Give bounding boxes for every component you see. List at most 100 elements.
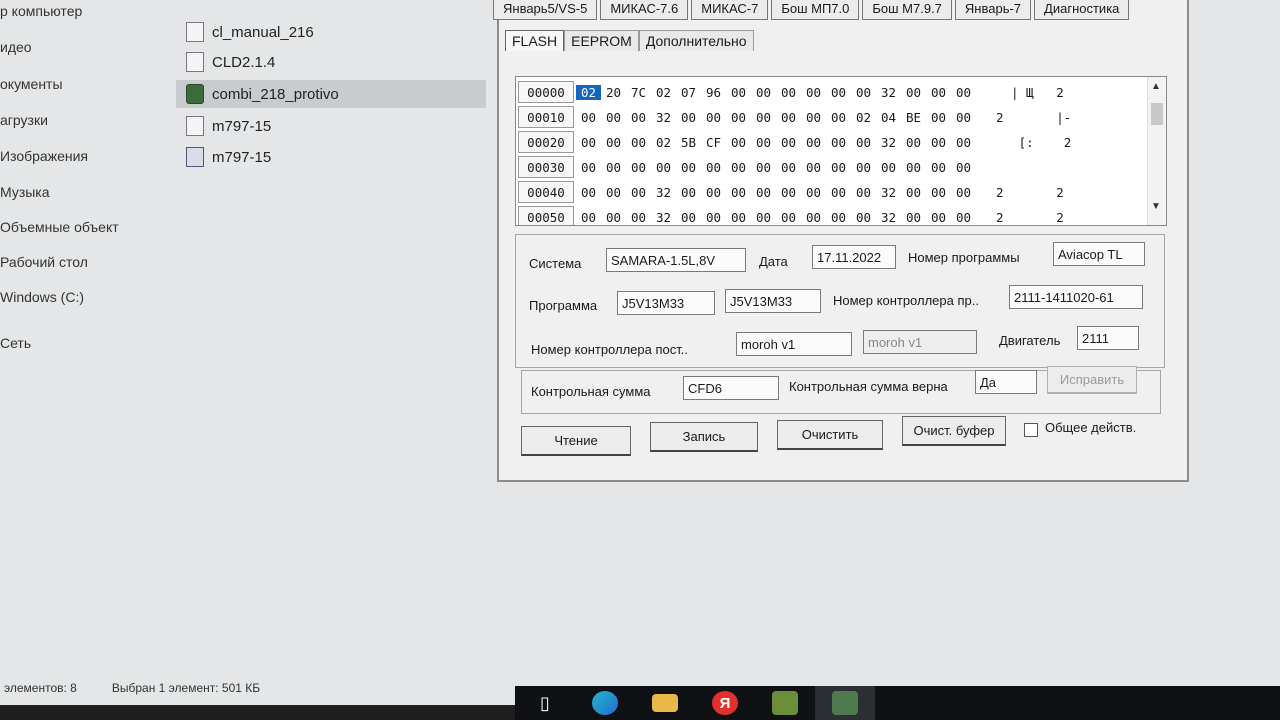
hex-byte[interactable]: 00 bbox=[576, 210, 601, 225]
file-row[interactable]: m797-15 bbox=[176, 143, 486, 171]
hex-byte[interactable]: 00 bbox=[926, 210, 951, 225]
tab-diagnostics[interactable]: Диагностика bbox=[1034, 0, 1130, 20]
file-row[interactable]: cl_manual_216 bbox=[176, 18, 486, 46]
file-row-selected[interactable]: combi_218_protivo bbox=[176, 80, 486, 108]
hex-byte[interactable]: 00 bbox=[951, 160, 976, 175]
program-field-1[interactable]: J5V13M33 bbox=[617, 291, 715, 315]
nav-item-downloads[interactable]: агрузки bbox=[0, 112, 48, 128]
hex-byte[interactable]: 00 bbox=[601, 135, 626, 150]
hex-byte[interactable]: 32 bbox=[651, 110, 676, 125]
hex-byte[interactable]: 00 bbox=[826, 110, 851, 125]
hex-byte[interactable]: 00 bbox=[701, 185, 726, 200]
write-button[interactable]: Запись bbox=[650, 422, 758, 452]
hex-byte[interactable]: 00 bbox=[751, 160, 776, 175]
hex-byte[interactable]: 00 bbox=[951, 85, 976, 100]
hex-byte[interactable]: 00 bbox=[701, 210, 726, 225]
hex-byte[interactable]: 00 bbox=[626, 110, 651, 125]
hex-byte[interactable]: 5B bbox=[676, 135, 701, 150]
scroll-thumb[interactable] bbox=[1151, 103, 1163, 125]
date-field[interactable]: 17.11.2022 bbox=[812, 245, 896, 269]
clear-buffer-button[interactable]: Очист. буфер bbox=[902, 416, 1006, 446]
hex-byte[interactable]: 00 bbox=[801, 135, 826, 150]
hex-byte[interactable]: 00 bbox=[576, 160, 601, 175]
nav-item-pictures[interactable]: Изображения bbox=[0, 148, 88, 164]
controller-post-field-2[interactable]: moroh v1 bbox=[863, 330, 977, 354]
tab-bosch-mp7[interactable]: Бош МП7.0 bbox=[771, 0, 860, 20]
hex-byte[interactable]: CF bbox=[701, 135, 726, 150]
hex-byte-selected[interactable]: 02 bbox=[576, 84, 601, 100]
scroll-down-icon[interactable]: ▼ bbox=[1151, 201, 1161, 212]
hex-byte[interactable]: 00 bbox=[851, 135, 876, 150]
hex-byte[interactable]: 07 bbox=[676, 85, 701, 100]
hex-byte[interactable]: 00 bbox=[626, 135, 651, 150]
checksum-field[interactable]: CFD6 bbox=[683, 376, 779, 400]
hex-byte[interactable]: BE bbox=[901, 110, 926, 125]
hex-byte[interactable]: 00 bbox=[951, 185, 976, 200]
hex-byte[interactable]: 00 bbox=[851, 160, 876, 175]
hex-byte[interactable]: 00 bbox=[726, 210, 751, 225]
hex-byte[interactable]: 00 bbox=[676, 185, 701, 200]
hex-byte[interactable]: 00 bbox=[951, 135, 976, 150]
hex-byte[interactable]: 02 bbox=[851, 110, 876, 125]
hex-byte[interactable]: 00 bbox=[826, 210, 851, 225]
hex-byte[interactable]: 32 bbox=[876, 85, 901, 100]
hex-byte[interactable]: 00 bbox=[651, 160, 676, 175]
hex-byte[interactable]: 00 bbox=[626, 160, 651, 175]
hex-byte[interactable]: 00 bbox=[701, 110, 726, 125]
hex-byte[interactable]: 00 bbox=[601, 185, 626, 200]
hex-byte[interactable]: 00 bbox=[726, 135, 751, 150]
system-field[interactable]: SAMARA-1.5L,8V bbox=[606, 248, 746, 272]
task-view-button[interactable]: ▯ bbox=[515, 686, 575, 720]
hex-byte[interactable]: 00 bbox=[901, 185, 926, 200]
hex-byte[interactable]: 00 bbox=[776, 210, 801, 225]
hex-byte[interactable]: 00 bbox=[926, 185, 951, 200]
nav-item-network[interactable]: Сеть bbox=[0, 335, 31, 351]
hex-byte[interactable]: 32 bbox=[651, 210, 676, 225]
file-row[interactable]: CLD2.1.4 bbox=[176, 48, 486, 76]
controller-number-field[interactable]: 2111-1411020-61 bbox=[1009, 285, 1143, 309]
hex-byte[interactable]: 00 bbox=[776, 110, 801, 125]
hex-byte[interactable]: 00 bbox=[576, 110, 601, 125]
hex-byte[interactable]: 00 bbox=[826, 135, 851, 150]
hex-byte[interactable]: 32 bbox=[876, 135, 901, 150]
hex-byte[interactable]: 00 bbox=[826, 185, 851, 200]
nav-item-3d-objects[interactable]: Объемные объект bbox=[0, 219, 119, 235]
tab-january-7[interactable]: Январь-7 bbox=[954, 0, 1032, 20]
hex-byte[interactable]: 00 bbox=[726, 110, 751, 125]
hex-byte[interactable]: 00 bbox=[751, 185, 776, 200]
read-button[interactable]: Чтение bbox=[521, 426, 631, 456]
hex-byte[interactable]: 00 bbox=[776, 185, 801, 200]
nav-item-windows-c[interactable]: Windows (C:) bbox=[0, 289, 84, 305]
tab-bosch-m797[interactable]: Бош М7.9.7 bbox=[862, 0, 952, 20]
hex-scrollbar[interactable]: ▲ ▼ bbox=[1147, 77, 1166, 225]
hex-byte[interactable]: 00 bbox=[676, 160, 701, 175]
hex-byte[interactable]: 00 bbox=[726, 85, 751, 100]
hex-byte[interactable]: 00 bbox=[876, 160, 901, 175]
hex-byte[interactable]: 96 bbox=[701, 85, 726, 100]
hex-byte[interactable]: 00 bbox=[801, 85, 826, 100]
hex-byte[interactable]: 32 bbox=[876, 185, 901, 200]
hex-byte[interactable]: 02 bbox=[651, 135, 676, 150]
clear-button[interactable]: Очистить bbox=[777, 420, 883, 450]
engine-field[interactable]: 2111 bbox=[1077, 326, 1139, 350]
hex-byte[interactable]: 00 bbox=[726, 185, 751, 200]
file-explorer-button[interactable] bbox=[635, 686, 695, 720]
fix-checksum-button[interactable]: Исправить bbox=[1047, 366, 1137, 394]
tab-eeprom[interactable]: EEPROM bbox=[564, 30, 639, 51]
hex-byte[interactable]: 00 bbox=[751, 110, 776, 125]
hex-byte[interactable]: 00 bbox=[926, 135, 951, 150]
common-action-checkbox[interactable] bbox=[1024, 423, 1038, 437]
hex-byte[interactable]: 00 bbox=[951, 110, 976, 125]
nav-item-music[interactable]: Музыка bbox=[0, 184, 50, 200]
program-field-2[interactable]: J5V13M33 bbox=[725, 289, 821, 313]
hex-byte[interactable]: 32 bbox=[876, 210, 901, 225]
edge-button[interactable] bbox=[575, 686, 635, 720]
hex-byte[interactable]: 02 bbox=[651, 85, 676, 100]
hex-byte[interactable]: 00 bbox=[826, 85, 851, 100]
hex-byte[interactable]: 00 bbox=[801, 160, 826, 175]
scroll-up-icon[interactable]: ▲ bbox=[1151, 81, 1161, 92]
hex-byte[interactable]: 00 bbox=[801, 210, 826, 225]
program-number-field[interactable]: Aviacop TL bbox=[1053, 242, 1145, 266]
hex-byte[interactable]: 00 bbox=[801, 110, 826, 125]
hex-byte[interactable]: 00 bbox=[726, 160, 751, 175]
